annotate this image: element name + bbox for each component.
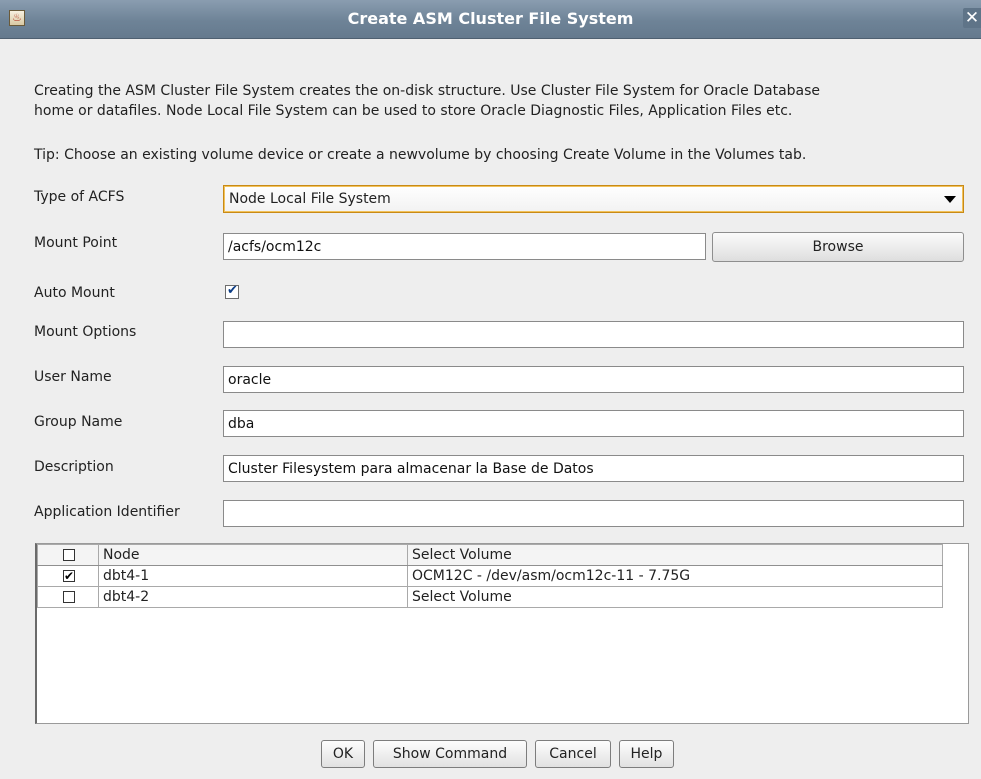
user-name-label: User Name — [34, 369, 112, 385]
group-name-label: Group Name — [34, 414, 123, 430]
intro-line-1: Creating the ASM Cluster File System cre… — [34, 83, 821, 99]
mount-point-label: Mount Point — [34, 235, 118, 251]
row-check-cell[interactable] — [37, 586, 99, 608]
type-of-acfs-label: Type of ACFS — [34, 189, 125, 205]
type-of-acfs-value: Node Local File System — [229, 191, 391, 207]
application-identifier-input[interactable] — [223, 500, 964, 527]
checkmark-icon: ✔ — [227, 283, 238, 298]
row-checkbox[interactable] — [63, 591, 75, 603]
type-of-acfs-dropdown[interactable]: Node Local File System — [223, 185, 964, 213]
volume-cell[interactable]: Select Volume — [407, 586, 943, 608]
mount-options-input[interactable] — [223, 321, 964, 348]
table-row[interactable]: dbt4-2 Select Volume — [37, 586, 943, 608]
close-icon[interactable]: ✕ — [963, 8, 981, 28]
intro-text: Creating the ASM Cluster File System cre… — [34, 81, 964, 121]
row-checkbox[interactable]: ✔ — [63, 569, 75, 583]
application-identifier-label: Application Identifier — [34, 504, 180, 520]
cancel-button[interactable]: Cancel — [535, 740, 611, 768]
select-all-cell[interactable] — [37, 544, 99, 566]
tip-text: Tip: Choose an existing volume device or… — [34, 147, 807, 163]
description-label: Description — [34, 459, 114, 475]
row-check-cell[interactable]: ✔ — [37, 565, 99, 587]
description-input[interactable] — [223, 455, 964, 482]
node-volume-table: Node Select Volume ✔ dbt4-1 OCM12C - /de… — [35, 543, 969, 724]
ok-button[interactable]: OK — [321, 740, 365, 768]
auto-mount-label: Auto Mount — [34, 285, 115, 301]
header-node[interactable]: Node — [98, 544, 408, 566]
intro-line-2: home or datafiles. Node Local File Syste… — [34, 103, 793, 119]
show-command-button[interactable]: Show Command — [373, 740, 527, 768]
table-row[interactable]: ✔ dbt4-1 OCM12C - /dev/asm/ocm12c-11 - 7… — [37, 565, 943, 587]
node-cell[interactable]: dbt4-2 — [98, 586, 408, 608]
mount-point-input[interactable] — [223, 233, 706, 260]
title-bar: ♨ Create ASM Cluster File System ✕ — [0, 0, 981, 39]
table-header-row: Node Select Volume — [37, 544, 943, 566]
select-all-checkbox[interactable] — [63, 549, 75, 561]
user-name-input[interactable] — [223, 366, 964, 393]
node-cell[interactable]: dbt4-1 — [98, 565, 408, 587]
node-volume-grid: Node Select Volume ✔ dbt4-1 OCM12C - /de… — [37, 544, 943, 608]
window-title: Create ASM Cluster File System — [347, 9, 634, 28]
header-select-volume[interactable]: Select Volume — [407, 544, 943, 566]
auto-mount-checkbox[interactable]: ✔ — [225, 283, 239, 299]
checkmark-icon: ✔ — [64, 569, 75, 583]
browse-button[interactable]: Browse — [712, 232, 964, 262]
group-name-input[interactable] — [223, 410, 964, 437]
mount-options-label: Mount Options — [34, 324, 137, 340]
volume-cell[interactable]: OCM12C - /dev/asm/ocm12c-11 - 7.75G — [407, 565, 943, 587]
dropdown-arrow-icon — [944, 196, 956, 203]
help-button[interactable]: Help — [619, 740, 674, 768]
